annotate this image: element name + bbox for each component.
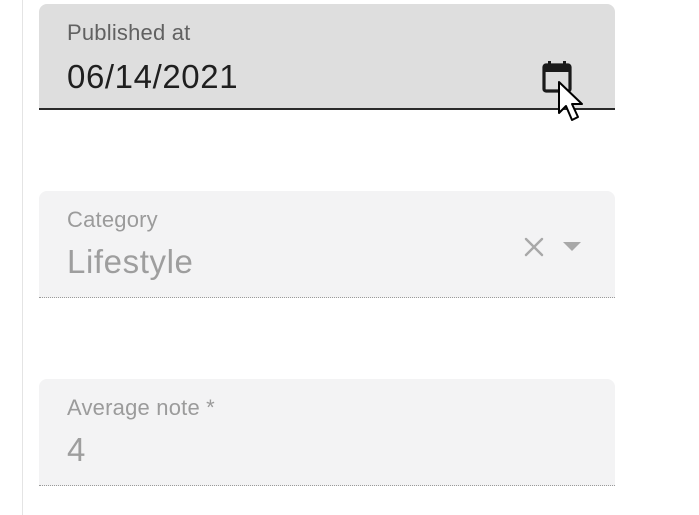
average-note-label: Average note * <box>67 395 215 420</box>
average-note-field[interactable]: Average note * 4 <box>39 379 615 486</box>
category-dropdown-button[interactable] <box>559 235 585 259</box>
clear-category-button[interactable] <box>519 232 549 262</box>
edit-form: Published at 06/14/2021 Category Lifesty… <box>0 0 699 515</box>
left-divider <box>22 0 23 515</box>
dropdown-arrow-icon <box>563 242 581 251</box>
clear-icon <box>524 237 544 257</box>
published-at-field[interactable]: Published at 06/14/2021 <box>39 4 615 110</box>
category-value[interactable]: Lifestyle <box>67 243 193 281</box>
category-field[interactable]: Category Lifestyle <box>39 191 615 298</box>
category-label: Category <box>67 207 158 232</box>
average-note-value[interactable]: 4 <box>67 431 86 469</box>
published-at-value[interactable]: 06/14/2021 <box>67 58 238 96</box>
calendar-icon <box>542 61 572 93</box>
calendar-button[interactable] <box>536 56 578 98</box>
published-at-label: Published at <box>67 20 191 45</box>
